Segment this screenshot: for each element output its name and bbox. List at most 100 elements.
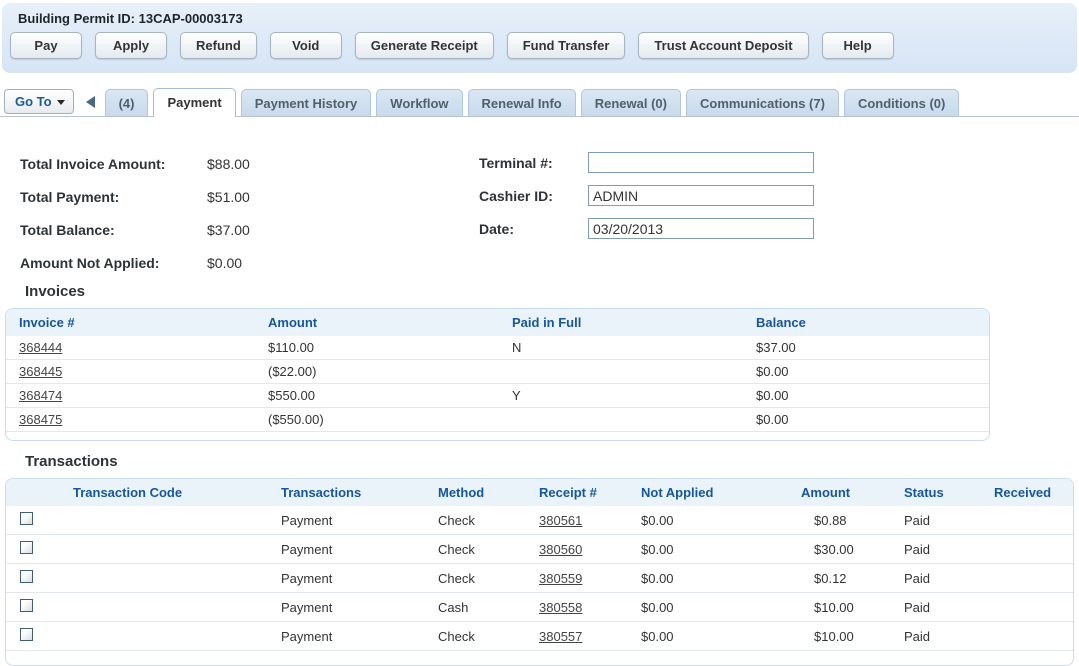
record-title: Building Permit ID: 13CAP-00003173 (2, 3, 1077, 26)
invoice-row: 368445 ($22.00) $0.00 (6, 360, 989, 384)
cashier-id-input[interactable] (588, 185, 814, 206)
invoice-link[interactable]: 368445 (19, 364, 62, 379)
pay-button[interactable]: Pay (10, 32, 82, 59)
apply-button[interactable]: Apply (95, 32, 167, 59)
transaction-status: Paid (899, 600, 989, 615)
transaction-not-applied: $0.00 (636, 542, 796, 557)
transaction-status: Paid (899, 542, 989, 557)
invoice-balance: $0.00 (743, 388, 989, 403)
invoice-amount: ($22.00) (255, 364, 499, 379)
tab-bar: Go To (4) Payment Payment History Workfl… (0, 88, 1079, 117)
transaction-status: Paid (899, 571, 989, 586)
transaction-checkbox[interactable] (20, 512, 33, 525)
invoices-section: Invoices Invoice # Amount Paid in Full B… (5, 283, 990, 441)
amount-not-applied-label: Amount Not Applied: (20, 255, 207, 271)
transaction-row: Payment Check 380560 $0.00 $30.00 Paid (6, 535, 1073, 564)
tab-count[interactable]: (4) (105, 89, 149, 116)
summary-row-total-payment: Total Payment: $51.00 (20, 180, 250, 213)
transaction-amount: $30.00 (796, 542, 899, 557)
invoice-balance: $0.00 (743, 364, 989, 379)
transaction-row: Payment Check 380559 $0.00 $0.12 Paid (6, 564, 1073, 593)
invoices-header-row: Invoice # Amount Paid in Full Balance (6, 309, 989, 336)
invoices-title: Invoices (25, 283, 990, 300)
refund-button[interactable]: Refund (180, 32, 257, 59)
receipt-link[interactable]: 380559 (539, 571, 582, 586)
terminal-row: Terminal #: (479, 146, 814, 179)
tab-communications[interactable]: Communications (7) (686, 89, 839, 116)
transaction-method: Check (433, 513, 534, 528)
total-payment-label: Total Payment: (20, 189, 207, 205)
invoice-amount: $550.00 (255, 388, 499, 403)
invoice-row: 368474 $550.00 Y $0.00 (6, 384, 989, 408)
transaction-type: Payment (276, 513, 433, 528)
transaction-status: Paid (899, 629, 989, 644)
transaction-amount: $10.00 (796, 600, 899, 615)
receipt-link[interactable]: 380560 (539, 542, 582, 557)
tab-workflow[interactable]: Workflow (376, 89, 462, 116)
invoice-link[interactable]: 368475 (19, 412, 62, 427)
trust-account-deposit-button[interactable]: Trust Account Deposit (638, 32, 808, 59)
total-balance-label: Total Balance: (20, 222, 207, 238)
tab-payment[interactable]: Payment (153, 88, 235, 117)
receipt-link[interactable]: 380561 (539, 513, 582, 528)
payment-summary: Total Invoice Amount: $88.00 Total Payme… (20, 147, 250, 279)
generate-receipt-button[interactable]: Generate Receipt (355, 32, 494, 59)
invoices-col-paid-in-full: Paid in Full (499, 315, 743, 330)
summary-row-total-invoice: Total Invoice Amount: $88.00 (20, 147, 250, 180)
transactions-table: Transaction Code Transactions Method Rec… (5, 478, 1074, 666)
tab-conditions[interactable]: Conditions (0) (844, 89, 959, 116)
transaction-checkbox[interactable] (20, 541, 33, 554)
total-balance-value: $37.00 (207, 222, 250, 238)
invoice-paid-in-full: Y (499, 388, 743, 403)
transactions-section: Transactions Transaction Code Transactio… (5, 453, 1074, 666)
fund-transfer-button[interactable]: Fund Transfer (507, 32, 626, 59)
transaction-type: Payment (276, 571, 433, 586)
invoice-amount: $110.00 (255, 340, 499, 355)
void-button[interactable]: Void (270, 32, 342, 59)
transaction-row: Payment Check 380561 $0.00 $0.88 Paid (6, 506, 1073, 535)
total-invoice-amount-label: Total Invoice Amount: (20, 156, 207, 172)
help-button[interactable]: Help (822, 32, 894, 59)
cashier-id-row: Cashier ID: (479, 179, 814, 212)
tab-payment-history[interactable]: Payment History (241, 89, 372, 116)
invoice-link[interactable]: 368474 (19, 388, 62, 403)
invoices-col-balance: Balance (743, 315, 989, 330)
summary-row-amount-not-applied: Amount Not Applied: $0.00 (20, 246, 250, 279)
cashier-form: Terminal #: Cashier ID: Date: (479, 146, 814, 245)
transactions-title: Transactions (25, 453, 1074, 470)
date-label: Date: (479, 221, 588, 237)
invoice-row: 368444 $110.00 N $37.00 (6, 336, 989, 360)
date-row: Date: (479, 212, 814, 245)
transaction-checkbox[interactable] (20, 628, 33, 641)
transaction-checkbox[interactable] (20, 570, 33, 583)
invoice-paid-in-full: N (499, 340, 743, 355)
summary-row-total-balance: Total Balance: $37.00 (20, 213, 250, 246)
invoice-row: 368475 ($550.00) $0.00 (6, 408, 989, 432)
action-toolbar: Pay Apply Refund Void Generate Receipt F… (2, 26, 1077, 59)
transaction-status: Paid (899, 513, 989, 528)
transactions-header-row: Transaction Code Transactions Method Rec… (6, 479, 1073, 506)
transaction-method: Check (433, 542, 534, 557)
goto-button[interactable]: Go To (4, 89, 74, 114)
amount-not-applied-value: $0.00 (207, 255, 242, 271)
transactions-col-code: Transaction Code (66, 485, 276, 500)
receipt-link[interactable]: 380558 (539, 600, 582, 615)
invoices-col-invoice: Invoice # (6, 315, 255, 330)
tab-renewal[interactable]: Renewal (0) (581, 89, 681, 116)
tab-renewal-info[interactable]: Renewal Info (468, 89, 576, 116)
transactions-col-amount: Amount (796, 485, 899, 500)
receipt-link[interactable]: 380557 (539, 629, 582, 644)
transaction-not-applied: $0.00 (636, 600, 796, 615)
date-input[interactable] (588, 218, 814, 239)
tab-scroll-left-icon[interactable] (86, 96, 95, 108)
transaction-type: Payment (276, 629, 433, 644)
transactions-col-not-applied: Not Applied (636, 485, 796, 500)
invoice-link[interactable]: 368444 (19, 340, 62, 355)
chevron-down-icon (57, 100, 65, 105)
transaction-method: Check (433, 571, 534, 586)
invoice-amount: ($550.00) (255, 412, 499, 427)
record-header-band: Building Permit ID: 13CAP-00003173 Pay A… (2, 3, 1077, 73)
cashier-id-label: Cashier ID: (479, 188, 588, 204)
transaction-checkbox[interactable] (20, 599, 33, 612)
terminal-input[interactable] (588, 152, 814, 173)
